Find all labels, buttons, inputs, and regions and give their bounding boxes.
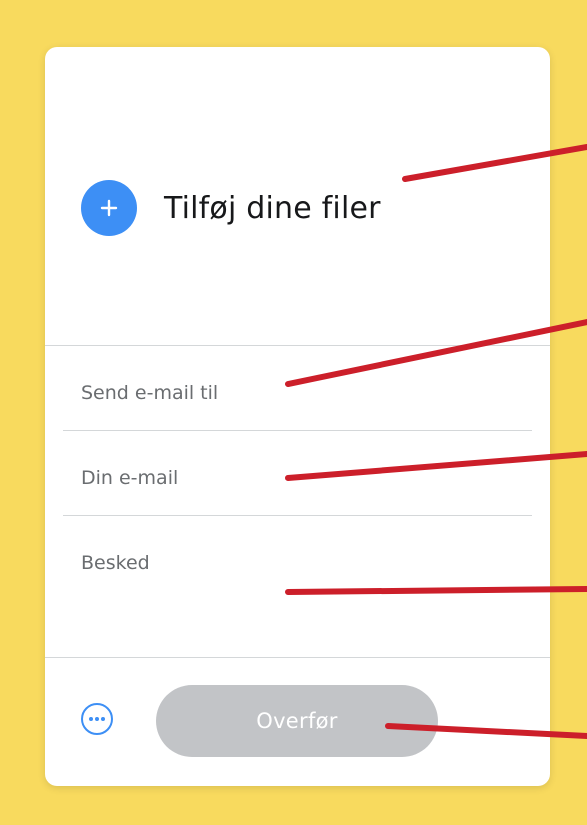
message-textarea[interactable] [81, 552, 501, 642]
send-to-email-input[interactable] [81, 382, 501, 404]
ellipsis-icon [89, 717, 105, 721]
plus-icon [100, 199, 118, 217]
more-options-button[interactable] [81, 703, 113, 735]
your-email-input[interactable] [81, 467, 501, 489]
footer-divider [45, 657, 550, 658]
transfer-panel: Tilføj dine filer Overfør [45, 47, 550, 786]
add-files-area[interactable]: Tilføj dine filer [81, 180, 381, 236]
add-files-button[interactable] [81, 180, 137, 236]
field-divider [63, 515, 532, 516]
add-files-label: Tilføj dine filer [164, 190, 381, 226]
transfer-button[interactable]: Overfør [156, 685, 438, 757]
field-divider [63, 430, 532, 431]
section-divider [45, 345, 550, 346]
